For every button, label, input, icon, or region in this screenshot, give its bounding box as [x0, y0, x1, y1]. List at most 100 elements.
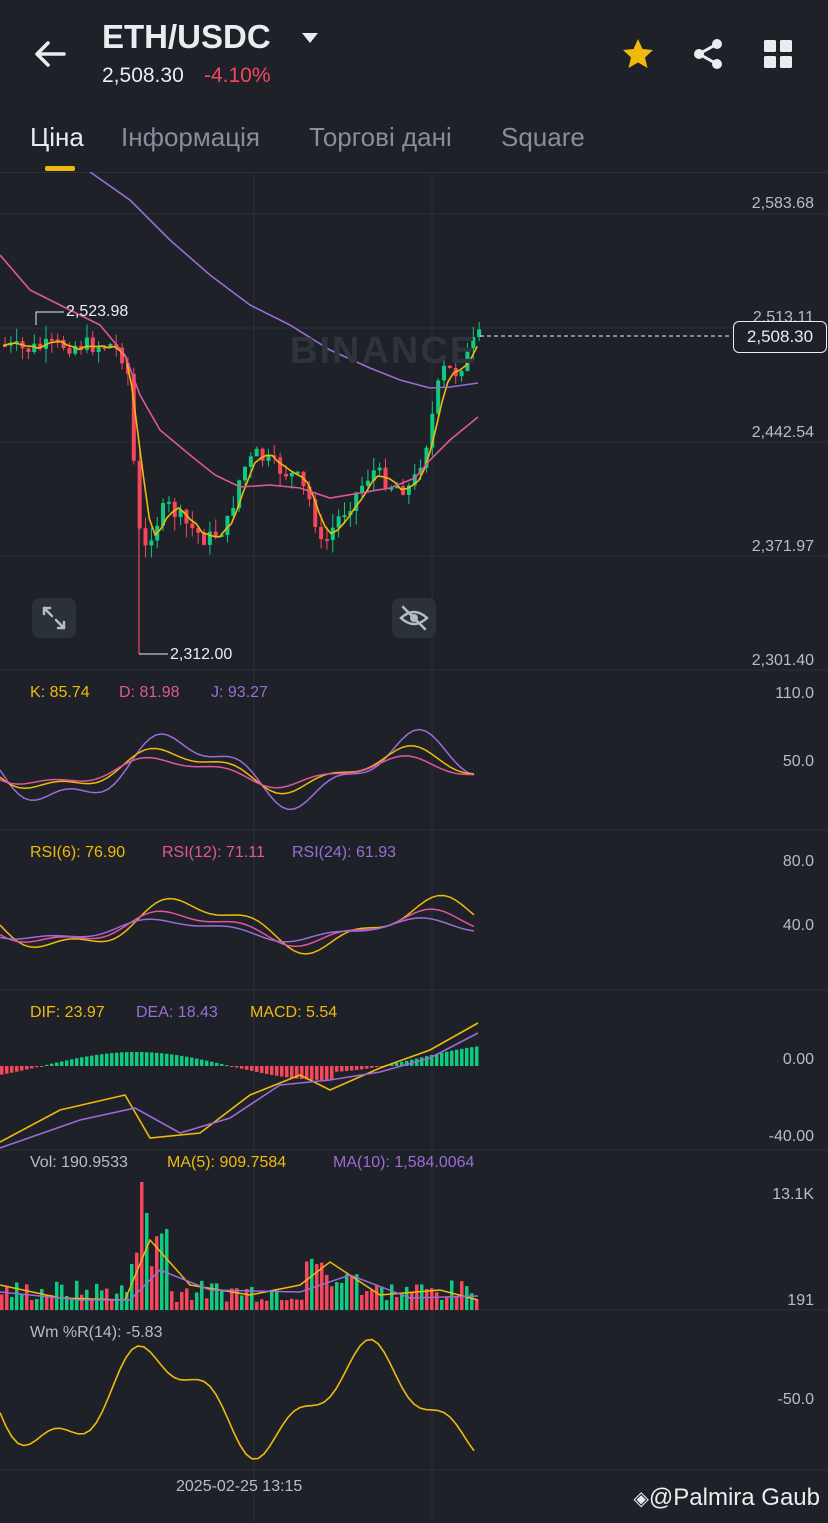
last-price: 2,508.30 [102, 64, 184, 87]
pair-title[interactable]: ETH/USDC [102, 18, 271, 56]
rsi6-line [0, 894, 475, 955]
macd-histogram-bar [290, 1066, 294, 1078]
kdj-j-line [0, 728, 475, 811]
candle-body [96, 346, 101, 352]
volume-bar [395, 1296, 399, 1310]
candle-body [248, 456, 253, 467]
macd-histogram-bar [200, 1059, 204, 1066]
macd-axis-label: 0.00 [782, 1051, 814, 1068]
tab-square[interactable]: Square [501, 122, 585, 153]
hide-indicators-button[interactable] [392, 598, 436, 638]
macd-histogram-bar [275, 1066, 279, 1076]
volume-bar [15, 1282, 19, 1310]
macd-histogram-bar [195, 1058, 199, 1066]
macd-histogram-bar [155, 1052, 159, 1066]
macd-histogram-bar [30, 1066, 34, 1069]
volume-bar [360, 1294, 364, 1310]
macd-histogram-bar [420, 1057, 424, 1066]
kdj-axis-label: 110.0 [775, 685, 814, 702]
macd-histogram-bar [220, 1064, 224, 1066]
expand-icon [42, 606, 66, 630]
volume-bar [340, 1282, 344, 1310]
macd-value-label: MACD: 5.54 [250, 1004, 338, 1021]
volume-bar [390, 1284, 394, 1310]
rsi-axis-label: 40.0 [782, 917, 814, 934]
volume-bar [410, 1292, 414, 1310]
volume-bar [450, 1280, 454, 1310]
star-icon[interactable] [620, 36, 656, 72]
volume-bar [110, 1300, 114, 1310]
candle-body [213, 531, 218, 537]
active-tab-indicator [45, 166, 75, 171]
macd-histogram-bar [205, 1060, 209, 1066]
macd-histogram-bar [140, 1052, 144, 1066]
macd-histogram-bar [280, 1066, 284, 1077]
candle-body [166, 501, 171, 504]
volume-bar [175, 1301, 179, 1310]
macd-histogram-bar [45, 1064, 49, 1066]
candle-body [319, 526, 324, 540]
fullscreen-button[interactable] [32, 598, 76, 638]
volume-bar [190, 1300, 194, 1310]
wr-label: Wm %R(14): -5.83 [30, 1324, 163, 1341]
high-price-label: 2,523.98 [66, 303, 129, 320]
volume-bar [5, 1285, 9, 1310]
volume-bar [30, 1300, 34, 1310]
volume-bar [180, 1291, 184, 1310]
kdj-k-line [0, 745, 475, 795]
vol-axis-label: 191 [787, 1292, 814, 1309]
volume-bar [210, 1283, 214, 1310]
volume-bar [225, 1301, 229, 1310]
attribution: ◈@Palmira Gaub [634, 1484, 820, 1512]
volume-bar [165, 1228, 169, 1310]
volume-bar [90, 1299, 94, 1310]
back-arrow-icon[interactable] [30, 34, 70, 74]
candle-body [336, 516, 341, 528]
macd-histogram-bar [95, 1054, 99, 1066]
eye-off-icon [399, 605, 429, 631]
volume-bar [240, 1295, 244, 1310]
volume-bar [150, 1266, 154, 1310]
volume-bar [445, 1296, 449, 1310]
rsi6-label: RSI(6): 76.90 [30, 844, 126, 861]
macd-histogram-bar [340, 1066, 344, 1072]
volume-bar [35, 1299, 39, 1310]
macd-histogram-bar [475, 1046, 479, 1066]
volume-bar [20, 1293, 24, 1310]
macd-histogram-bar [350, 1066, 354, 1071]
macd-histogram-bar [315, 1066, 319, 1080]
macd-histogram-bar [320, 1066, 324, 1080]
macd-dif-line [0, 1022, 479, 1143]
vol-axis-label: 13.1K [772, 1186, 814, 1203]
macd-histogram-bar [50, 1063, 54, 1066]
macd-histogram-bar [365, 1066, 369, 1069]
volume-bar [10, 1296, 14, 1310]
macd-histogram-bar [375, 1066, 379, 1068]
volume-bar [330, 1286, 334, 1310]
macd-histogram-bar [80, 1057, 84, 1066]
macd-histogram-bar [355, 1066, 359, 1071]
candle-body [324, 539, 329, 542]
tab-price[interactable]: Ціна [30, 122, 84, 153]
macd-histogram-bar [185, 1056, 189, 1066]
vol-ma5-label: MA(5): 909.7584 [167, 1154, 287, 1171]
macd-histogram-bar [460, 1048, 464, 1066]
macd-histogram-bar [110, 1053, 114, 1066]
macd-histogram-bar [65, 1060, 69, 1066]
macd-histogram-bar [335, 1066, 339, 1072]
tab-info[interactable]: Інформація [121, 122, 260, 153]
macd-histogram-bar [345, 1066, 349, 1072]
share-icon[interactable] [690, 36, 726, 72]
volume-bar [0, 1294, 4, 1310]
volume-bar [290, 1298, 294, 1310]
volume-bar [350, 1276, 354, 1310]
caret-down-icon[interactable] [300, 30, 320, 46]
candle-body [190, 523, 195, 529]
macd-histogram-bar [330, 1066, 334, 1080]
macd-histogram-bar [455, 1049, 459, 1066]
volume-bar [345, 1274, 349, 1310]
candle-body [84, 337, 89, 350]
tab-trading-data[interactable]: Торгові дані [309, 122, 452, 153]
grid-icon[interactable] [760, 36, 796, 72]
macd-histogram-bar [55, 1062, 59, 1066]
